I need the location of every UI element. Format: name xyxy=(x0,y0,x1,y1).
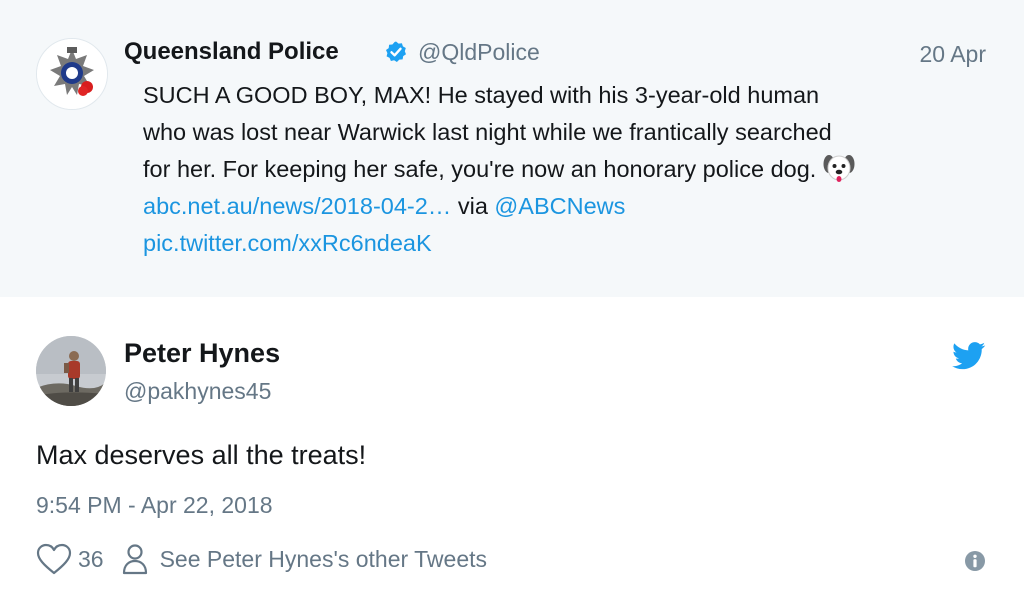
heart-icon[interactable] xyxy=(36,543,72,575)
dog-face-icon xyxy=(823,155,855,182)
pic-link-line: pic.twitter.com/xxRc6ndeaK xyxy=(143,225,993,262)
via-text: via xyxy=(457,193,488,219)
peter-hynes-avatar[interactable] xyxy=(36,336,106,406)
other-tweets-link[interactable]: See Peter Hynes's other Tweets xyxy=(160,546,487,573)
quoted-author-handle[interactable]: @QldPolice xyxy=(418,39,540,66)
article-link[interactable]: abc.net.au/news/2018-04-2… xyxy=(143,193,451,219)
queensland-police-avatar[interactable] xyxy=(36,38,108,110)
police-badge-icon xyxy=(37,39,107,109)
quoted-text-line: who was lost near Warwick last night whi… xyxy=(143,119,832,145)
quoted-tweet-text: SUCH A GOOD BOY, MAX! He stayed with his… xyxy=(143,77,993,262)
like-count[interactable]: 36 xyxy=(78,546,104,573)
verified-badge-icon xyxy=(386,41,406,62)
author-handle[interactable]: @pakhynes45 xyxy=(124,378,271,405)
quoted-date[interactable]: 20 Apr xyxy=(920,41,987,68)
abcnews-mention-link[interactable]: @ABCNews xyxy=(494,193,625,219)
tweet-actions: 36 See Peter Hynes's other Tweets xyxy=(36,541,487,577)
quoted-tweet[interactable]: Queensland Police @QldPolice 20 Apr SUCH… xyxy=(0,0,1024,297)
quoted-text-line: for her. For keeping her safe, you're no… xyxy=(143,151,993,188)
tweet-text: Max deserves all the treats! xyxy=(36,440,367,470)
author-name[interactable]: Peter Hynes xyxy=(124,338,280,369)
quoted-author-name[interactable]: Queensland Police xyxy=(124,38,339,66)
pic-link[interactable]: pic.twitter.com/xxRc6ndeaK xyxy=(143,230,432,256)
avatar-photo xyxy=(36,336,106,406)
tweet-timestamp[interactable]: 9:54 PM - Apr 22, 2018 xyxy=(36,492,273,519)
twitter-bird-icon[interactable] xyxy=(952,342,986,370)
quoted-text-line: SUCH A GOOD BOY, MAX! He stayed with his… xyxy=(143,82,820,108)
quoted-links-line: abc.net.au/news/2018-04-2… via @ABCNews xyxy=(143,188,993,225)
info-icon[interactable] xyxy=(964,550,986,572)
person-icon[interactable] xyxy=(122,543,148,575)
